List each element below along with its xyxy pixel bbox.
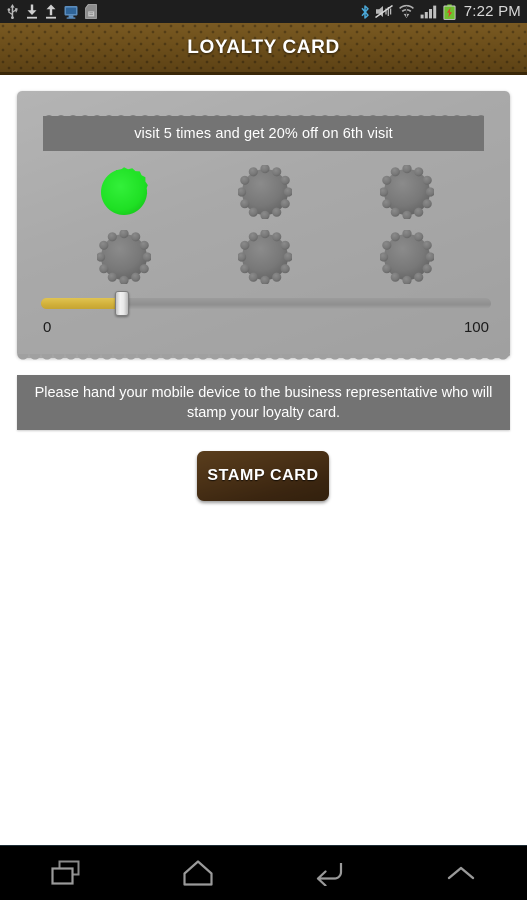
slider-max-label: 100: [463, 319, 489, 336]
stamp-slot-3[interactable]: [380, 164, 435, 219]
stamp-slot-2[interactable]: [238, 164, 293, 219]
nav-recents-button[interactable]: [0, 846, 132, 900]
android-nav-bar: [0, 845, 527, 900]
status-bar-right-icons: 7:22 PM: [360, 3, 521, 20]
slider-fill: [41, 298, 121, 309]
instruction-panel: Please hand your mobile device to the bu…: [17, 375, 510, 430]
download-icon: [27, 4, 37, 19]
stamp-empty-icon: [96, 229, 151, 284]
adb-monitor-icon: [64, 5, 78, 19]
app-screen: 7:22 PM LOYALTY CARD visit 5 times and g…: [0, 0, 527, 900]
bluetooth-icon: [361, 4, 369, 19]
stamp-card-button[interactable]: STAMP CARD: [197, 451, 329, 501]
home-icon: [183, 860, 213, 886]
stamp-stamped-icon: [100, 166, 148, 215]
stamp-slot-5[interactable]: [238, 229, 293, 284]
card-banner-scallop-edge: [43, 111, 484, 121]
signal-bars-icon: [420, 5, 436, 19]
stamp-empty-icon: [380, 229, 435, 284]
status-bar: 7:22 PM: [0, 0, 527, 23]
battery-charging-icon: [443, 3, 456, 20]
card-offer-text: visit 5 times and get 20% off on 6th vis…: [134, 125, 393, 142]
card-banner: visit 5 times and get 20% off on 6th vis…: [43, 111, 484, 151]
nav-home-button[interactable]: [132, 846, 264, 900]
page-title: LOYALTY CARD: [187, 36, 340, 58]
main-content: visit 5 times and get 20% off on 6th vis…: [0, 78, 527, 845]
slider-labels: 0 100: [43, 319, 489, 336]
loyalty-card: visit 5 times and get 20% off on 6th vis…: [17, 91, 510, 366]
chevron-up-icon: [447, 866, 475, 880]
wifi-icon: [398, 4, 414, 18]
status-bar-left-icons: [6, 4, 97, 19]
usb-icon: [7, 4, 18, 19]
app-bar: LOYALTY CARD: [0, 23, 527, 75]
stamp-grid: [53, 159, 478, 289]
stamp-slot-1[interactable]: [97, 165, 151, 219]
nav-back-button[interactable]: [264, 846, 396, 900]
sd-card-icon: [85, 4, 97, 19]
stamp-empty-icon: [238, 164, 293, 219]
instruction-text: Please hand your mobile device to the bu…: [34, 384, 493, 421]
stamp-slot-6[interactable]: [380, 229, 435, 284]
stamp-empty-icon: [238, 229, 293, 284]
stamp-empty-icon: [380, 164, 435, 219]
progress-slider[interactable]: [41, 291, 491, 316]
mute-vibrate-icon: [374, 4, 393, 19]
stamp-slot-4[interactable]: [96, 229, 151, 284]
back-icon: [317, 863, 343, 886]
status-clock: 7:22 PM: [463, 3, 521, 20]
upload-icon: [46, 4, 56, 19]
nav-expand-up-button[interactable]: [395, 846, 527, 900]
recents-icon: [51, 860, 80, 885]
card-bottom-scallop-edge: [17, 354, 510, 366]
slider-thumb[interactable]: [115, 291, 129, 316]
slider-min-label: 0: [43, 319, 52, 336]
